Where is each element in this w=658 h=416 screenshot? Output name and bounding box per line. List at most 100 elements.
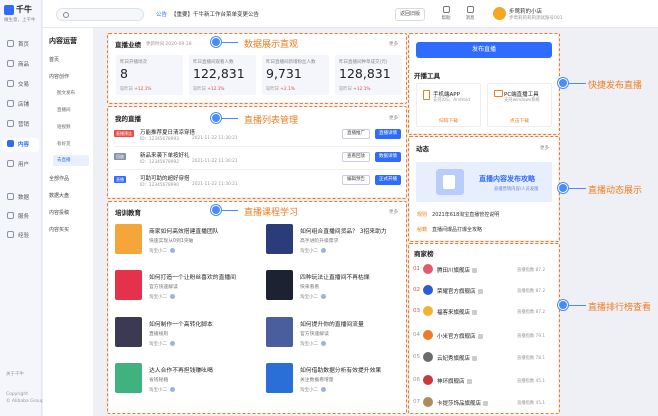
subnav-item-live-room[interactable]: 直播间 <box>57 107 71 113</box>
callout-marker <box>558 183 568 193</box>
promote-button[interactable]: 直播推广 <box>342 129 370 139</box>
course-item[interactable]: 商家如何高效搭建直播团队 快速实现从0到1突破 淘宝小二 <box>115 224 255 258</box>
sidebar-item-data[interactable]: 数据 <box>3 191 39 205</box>
topbar: 公告 【重要】千牛新工作台菜单变更公告 返回旧版 帮助 消息 步莺莉的小店 步莺莉… <box>43 0 658 28</box>
dynamics-more-link[interactable]: 更多 <box>540 145 549 151</box>
rank-row[interactable]: 06 神环旗舰店 直播指数 45.1 <box>413 375 555 388</box>
start-live-button[interactable]: 正式开播 <box>375 175 401 185</box>
company-text: © Alibaba Group <box>6 399 44 404</box>
rank-row[interactable]: 05 云妃秀旗舰店 直播指数 78.1 <box>413 352 555 365</box>
callout-marker <box>211 205 221 215</box>
shop-avatar <box>423 285 433 295</box>
shop-avatar <box>423 352 433 362</box>
sidebar-item-shop[interactable]: 店铺 <box>3 98 39 112</box>
course-item[interactable]: 如何提升你的直播间流量 官方快速解读 淘宝小二 <box>266 317 406 351</box>
sidebar-item-experience[interactable]: 经验 <box>3 229 39 243</box>
dynamic-item[interactable]: 规则 2021年618淘宝直播管控说明 <box>417 211 499 218</box>
course-thumbnail <box>266 270 293 300</box>
status-badge: 直播预告 <box>114 130 134 137</box>
course-item[interactable]: 如何制作一个高转化脚本 直播规则 淘宝小二 <box>115 317 255 351</box>
about-link[interactable]: 关于千牛 <box>6 371 24 377</box>
sidebar-item-marketing[interactable]: 营销 <box>3 118 39 132</box>
brand-logo[interactable]: 千牛 做生意，上千牛 <box>4 5 38 27</box>
course-item[interactable]: 四种玩法让直播间不再枯燥 快来看看 淘宝小二 <box>266 270 406 304</box>
list-item[interactable]: 直播预告 万能推荐夏日清凉穿搭 ID：12345678993 2021-11-2… <box>114 127 402 147</box>
shop-avatar <box>423 306 433 316</box>
course-thumbnail <box>115 363 142 393</box>
list-item[interactable]: 回放 新品来袭下单按好礼 ID：12345678992 2021-11-22 1… <box>114 150 402 170</box>
rank-row[interactable]: 07 卡提莎饰品旗舰店 直播指数 45.1 <box>413 397 555 410</box>
subnav-item-data-board[interactable]: 数据大盘 <box>49 192 69 199</box>
callout-lives: 直播列表管理 <box>244 116 299 126</box>
sidebar-item-users[interactable]: 用户 <box>3 158 39 172</box>
avatar[interactable] <box>493 7 506 20</box>
data-detail-button[interactable]: 数据详情 <box>375 152 401 162</box>
stats-more-link[interactable]: 更多 <box>389 41 398 47</box>
subnav-item-create[interactable]: 内容创作 <box>49 73 69 80</box>
sidebar-item-home[interactable]: 首页 <box>3 38 39 52</box>
copyright-text: Copyright <box>6 392 28 397</box>
click-download-link[interactable]: 点击下载 <box>488 117 551 124</box>
monitor-icon <box>494 90 503 97</box>
edit-preview-button[interactable]: 编辑预告 <box>342 175 370 185</box>
old-version-button[interactable]: 返回旧版 <box>395 8 425 21</box>
callout-ranking: 直播排行榜查看 <box>588 303 652 313</box>
dynamics-title: 动态 <box>416 145 429 153</box>
strategy-banner[interactable]: 直播内容发布攻略 直播营销内容/人员发版 <box>416 162 552 202</box>
stats-update-time: 更新时间 2020-09-28 <box>146 42 192 47</box>
subnav-item-short-video[interactable]: 短视频 <box>57 124 71 130</box>
course-item[interactable]: 达人合作不再担钱赚吆喝 省钱秘籍 淘宝小二 <box>115 363 255 397</box>
rank-row[interactable]: 03 福客来旗舰店 直播指数 87.2 <box>413 306 555 319</box>
courses-more-link[interactable]: 更多 <box>389 209 398 215</box>
callout-courses: 直播课程学习 <box>244 208 299 218</box>
subnav-item-good-goods[interactable]: 有好货 <box>57 141 71 147</box>
scan-download-link[interactable]: 扫码下载 <box>417 117 480 124</box>
sidebar-item-goods[interactable]: 商品 <box>3 58 39 72</box>
rank-row[interactable]: 01 腾田川旗舰店 直播指数 87.2 <box>413 264 555 277</box>
author-avatar <box>321 387 326 392</box>
help-button[interactable]: 帮助 <box>437 6 455 21</box>
sidebar-item-content[interactable]: 内容 <box>3 138 39 152</box>
replay-button[interactable]: 查看回放 <box>342 152 370 162</box>
course-item[interactable]: 如何打造一个让粉丝喜欢的直播间 官方快速解读 淘宝小二 <box>115 270 255 304</box>
sidebar-item-service[interactable]: 服务 <box>3 210 39 224</box>
data-icon <box>7 193 14 200</box>
content-icon <box>7 140 14 147</box>
callout-stats: 数据展示直观 <box>244 40 299 50</box>
live-detail-button[interactable]: 直播详情 <box>375 129 401 139</box>
course-thumbnail <box>266 317 293 347</box>
pc-tool[interactable]: PC端直播工具 支持windows系统 点击下载 <box>487 83 552 127</box>
author-avatar <box>321 294 326 299</box>
message-button[interactable]: 消息 <box>461 6 479 21</box>
qianniu-logo-icon <box>4 5 14 15</box>
subnav-item-home[interactable]: 首页 <box>49 56 59 63</box>
search-icon <box>63 12 69 18</box>
course-item[interactable]: 如何借助数据分析有效提升效果 关注数据看增量 淘宝小二 <box>266 363 406 397</box>
lives-more-link[interactable]: 更多 <box>389 115 398 121</box>
subnav-item-all-works[interactable]: 全部作品 <box>49 175 69 182</box>
list-item[interactable]: 直播 可助可助的超好穿搭 ID：12345678990 2021-11-22 1… <box>114 173 402 193</box>
user-name[interactable]: 步莺莉的小店 <box>509 7 542 15</box>
rank-row[interactable]: 04 小米官方旗舰店 直播指数 79.1 <box>413 330 555 343</box>
mobile-app-tool[interactable]: 手机端APP 支持iOS、Android 扫码下载 <box>416 83 481 127</box>
home-icon <box>7 40 14 47</box>
rank-row[interactable]: 02 荣耀官方旗舰店 直播指数 87.2 <box>413 285 555 298</box>
callout-marker <box>558 300 568 310</box>
shop-badge-icon <box>477 289 483 294</box>
course-thumbnail <box>266 224 293 254</box>
search-input[interactable] <box>56 8 144 21</box>
subnav-item-content-buy[interactable]: 内容买买 <box>49 226 69 233</box>
subnav-item-image-text[interactable]: 图文发布 <box>57 90 75 96</box>
goods-icon <box>7 60 14 67</box>
subnav-item-go-live[interactable]: 去直播 <box>53 155 89 166</box>
subnav-item-submission[interactable]: 内容投稿 <box>49 209 69 216</box>
dynamic-item[interactable]: 秘籍 直播间爆品打爆全攻略 <box>417 226 482 233</box>
sidebar-item-trade[interactable]: 交易 <box>3 78 39 92</box>
callout-marker <box>211 37 221 47</box>
stat-card-revenue: 昨日直播间种草成交(元) 128,831 较昨日 +12.1% <box>335 55 402 95</box>
publish-live-button[interactable]: 发布直播 <box>416 42 552 58</box>
lives-title: 我的直播 <box>115 115 141 123</box>
notice-bar[interactable]: 公告 【重要】千牛新工作台菜单变更公告 <box>156 10 259 18</box>
brand-slogan: 做生意，上千牛 <box>4 18 36 23</box>
course-item[interactable]: 如何组合直播间货品？ 3招来助力 高手进阶升级需求 淘宝小二 <box>266 224 406 258</box>
